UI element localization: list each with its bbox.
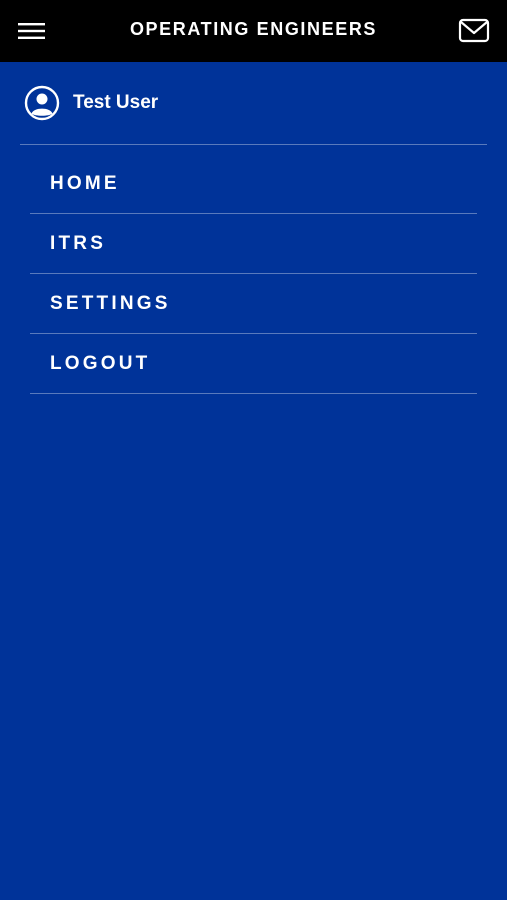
user-avatar-icon [24, 85, 60, 121]
navigation-drawer: Test User HOME ITRS SETTINGS LOGOUT [0, 62, 507, 900]
top-app-bar: OPERATING ENGINEERS [0, 0, 507, 62]
menu-item-label: SETTINGS [50, 292, 171, 314]
drawer-menu: HOME ITRS SETTINGS LOGOUT [30, 154, 477, 394]
user-name: Test User [73, 92, 159, 113]
menu-item-label: HOME [50, 172, 120, 194]
menu-item-itrs[interactable]: ITRS [30, 214, 477, 274]
menu-item-label: ITRS [50, 232, 107, 254]
menu-item-label: LOGOUT [50, 352, 151, 374]
menu-item-logout[interactable]: LOGOUT [30, 334, 477, 394]
app-title: OPERATING ENGINEERS [129, 19, 378, 39]
user-divider [20, 144, 487, 145]
mail-icon[interactable] [457, 16, 491, 46]
menu-item-home[interactable]: HOME [30, 154, 477, 214]
user-profile-row[interactable]: Test User [24, 84, 158, 122]
menu-item-settings[interactable]: SETTINGS [30, 274, 477, 334]
